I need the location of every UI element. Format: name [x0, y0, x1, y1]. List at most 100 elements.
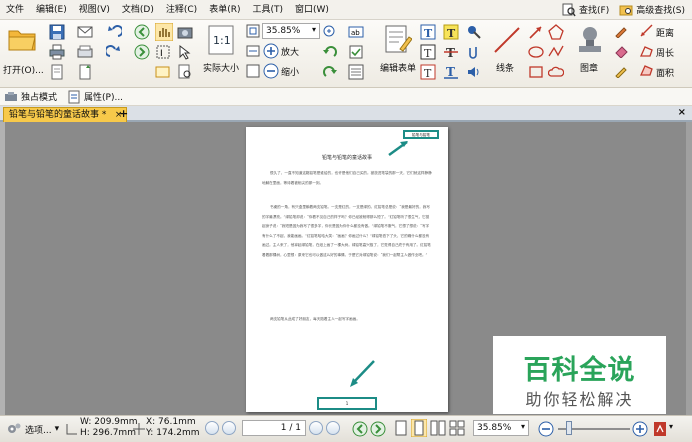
last-page-button[interactable] — [326, 421, 340, 435]
area-icon[interactable] — [640, 64, 654, 78]
page-number-box[interactable]: 1 — [317, 397, 377, 410]
previous-view-icon[interactable] — [134, 24, 150, 40]
distance-label[interactable]: 距离 — [656, 26, 674, 39]
line-tool-button[interactable]: 线条 — [490, 23, 524, 83]
underline-icon[interactable]: T — [443, 64, 459, 80]
scan-icon[interactable] — [77, 44, 93, 60]
menu-form[interactable]: 表单(R) — [203, 0, 246, 20]
save-icon[interactable] — [49, 24, 65, 40]
document-tab[interactable]: 铅笔与铅笔的童话故事 * × — [3, 107, 128, 122]
zoom-dropdown-icon[interactable] — [322, 24, 338, 40]
marquee-icon[interactable] — [155, 64, 171, 80]
edit-form-button[interactable]: 编辑表单 — [378, 23, 418, 83]
mail-icon[interactable] — [77, 24, 93, 40]
footer-arrow-icon — [350, 360, 375, 387]
checkbox-field-icon[interactable] — [348, 44, 364, 60]
hand-tool-icon[interactable] — [155, 23, 173, 41]
open-button[interactable]: 打开(O)... — [3, 23, 44, 83]
advanced-find-button[interactable]: 高级查找(S) — [616, 1, 688, 19]
strikeout-icon[interactable]: T — [443, 44, 459, 60]
arrow-shape-icon[interactable] — [528, 24, 544, 40]
fit-width-icon[interactable] — [246, 44, 260, 58]
first-page-button[interactable] — [205, 421, 219, 435]
pencil-icon[interactable] — [614, 24, 628, 38]
go-back-icon[interactable] — [352, 421, 368, 437]
menu-document[interactable]: 文档(D) — [116, 0, 160, 20]
new-tab-icon[interactable]: + — [119, 107, 128, 120]
document-title: 铅笔与铅笔的童话故事 — [321, 155, 372, 161]
menu-edit[interactable]: 编辑(E) — [30, 0, 73, 20]
actual-size-button[interactable]: 1:1 实际大小 — [200, 23, 242, 83]
attach-file-icon[interactable] — [466, 44, 482, 60]
page-number-input[interactable]: 1 / 1 — [242, 420, 306, 436]
list-field-icon[interactable] — [348, 64, 364, 80]
document-icon[interactable] — [49, 64, 65, 80]
menu-window[interactable]: 窗口(W) — [289, 0, 335, 20]
sound-icon[interactable] — [466, 64, 482, 80]
go-forward-icon[interactable] — [370, 421, 386, 437]
pencil-tool-icon[interactable] — [614, 64, 628, 78]
undo-icon[interactable] — [106, 24, 122, 40]
eraser-icon[interactable] — [614, 44, 628, 58]
svg-text:T: T — [447, 27, 456, 40]
pdf-chevron-icon[interactable]: ▾ — [669, 422, 673, 431]
properties-button[interactable]: 属性(P)... — [67, 90, 123, 104]
text-field-icon[interactable]: ab — [348, 24, 364, 40]
cloud-icon[interactable] — [548, 64, 564, 80]
redo-icon[interactable] — [106, 44, 122, 60]
next-page-button[interactable] — [309, 421, 323, 435]
print-icon[interactable] — [49, 44, 65, 60]
zoom-slider-handle[interactable] — [566, 421, 572, 435]
continuous-view-icon[interactable] — [411, 419, 427, 437]
new-document-icon[interactable] — [77, 64, 93, 80]
close-document-icon[interactable]: × — [678, 107, 686, 118]
perimeter-label[interactable]: 周长 — [656, 46, 674, 59]
menu-comment[interactable]: 注释(C) — [160, 0, 203, 20]
status-zoom-in-icon[interactable] — [632, 421, 648, 437]
snapshot-icon[interactable] — [177, 24, 193, 40]
zoom-in-label[interactable]: 放大 — [281, 45, 299, 58]
rotate-right-icon[interactable] — [322, 64, 338, 80]
menu-view[interactable]: 视图(V) — [73, 0, 116, 20]
header-annotation-box[interactable]: 铅笔与铅笔 — [403, 130, 439, 139]
polygon-icon[interactable] — [548, 24, 564, 40]
rotate-left-icon[interactable] — [322, 44, 338, 60]
status-zoom-select[interactable]: 35.85% ▾ — [473, 420, 529, 436]
typewriter-icon[interactable]: T — [420, 24, 436, 40]
status-bar: 选项... ▾ W: 209.9mm H: 296.7mm X: 76.1mm … — [0, 415, 692, 442]
zoom-out-icon — [263, 63, 279, 79]
callout-icon[interactable]: T — [420, 64, 436, 80]
ellipse-icon[interactable] — [528, 44, 544, 60]
rectangle-icon[interactable] — [528, 64, 544, 80]
previous-page-button[interactable] — [222, 421, 236, 435]
polyline-icon[interactable] — [548, 44, 564, 60]
fit-visible-icon[interactable] — [246, 64, 260, 78]
next-view-icon[interactable] — [134, 44, 150, 60]
select-text-icon[interactable]: I — [155, 44, 171, 60]
pin-icon[interactable] — [466, 24, 482, 40]
single-page-view-icon[interactable] — [394, 420, 408, 436]
perimeter-icon[interactable] — [640, 44, 654, 58]
single-mode-button[interactable]: 独占模式 — [4, 90, 57, 103]
pdf-page[interactable]: 铅笔与铅笔 铅笔与铅笔的童话故事 很久了，一直不知道这箱铅笔是谁给的，也许是他们… — [246, 127, 448, 412]
select-annotation-icon[interactable] — [177, 44, 193, 60]
pdf-icon[interactable] — [653, 421, 667, 437]
loupe-icon[interactable] — [177, 64, 193, 80]
area-label[interactable]: 面积 — [656, 66, 674, 79]
fit-page-icon[interactable] — [246, 24, 260, 38]
distance-icon[interactable] — [640, 24, 654, 38]
options-button[interactable]: 选项... ▾ — [6, 422, 59, 436]
zoom-select[interactable]: 35.85% ▾ — [262, 23, 320, 39]
svg-text:T: T — [446, 65, 455, 79]
find-button[interactable]: 查找(F) — [559, 1, 612, 19]
highlight-text-icon[interactable]: T — [443, 24, 459, 40]
continuous-facing-view-icon[interactable] — [449, 420, 465, 436]
menu-file[interactable]: 文件 — [0, 0, 30, 20]
facing-view-icon[interactable] — [430, 420, 446, 436]
status-zoom-out-icon[interactable] — [538, 421, 554, 437]
textbox-icon[interactable]: T — [420, 44, 436, 60]
single-mode-label: 独占模式 — [21, 93, 58, 103]
zoom-out-label[interactable]: 缩小 — [281, 65, 299, 78]
menu-tools[interactable]: 工具(T) — [246, 0, 289, 20]
stamp-button[interactable]: 图章 — [572, 23, 608, 83]
